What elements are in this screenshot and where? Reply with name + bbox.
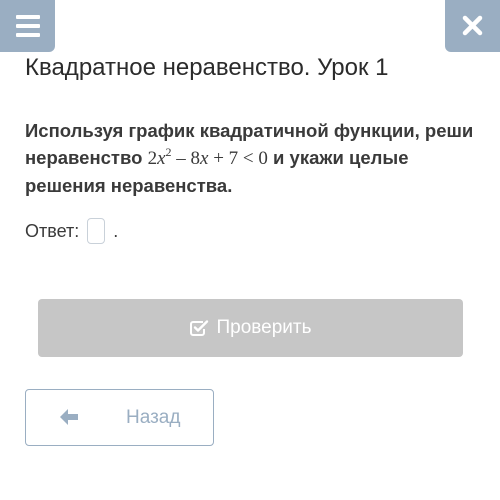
answer-input[interactable]: [87, 218, 106, 244]
answer-dot: .: [113, 220, 119, 241]
answer-label: Ответ:: [25, 220, 80, 241]
check-button-label: Проверить: [216, 317, 312, 338]
back-button[interactable]: Назад: [25, 389, 214, 446]
lesson-title: Квадратное неравенство. Урок 1: [25, 54, 389, 81]
checkbox-check-icon: [189, 319, 209, 337]
menu-button[interactable]: [0, 0, 55, 52]
close-x-icon: [462, 15, 483, 36]
task-text: Используя график квадратичной функции, р…: [25, 117, 475, 199]
check-button[interactable]: Проверить: [38, 299, 463, 357]
inequality-formula: 2x2 – 8x + 7 < 0: [147, 145, 268, 169]
answer-row: Ответ: .: [25, 216, 118, 246]
back-button-label: Назад: [126, 407, 181, 428]
lesson-page: Квадратное неравенство. Урок 1 Используя…: [0, 0, 500, 500]
arrow-left-icon: [60, 409, 78, 425]
close-button[interactable]: [445, 0, 500, 52]
